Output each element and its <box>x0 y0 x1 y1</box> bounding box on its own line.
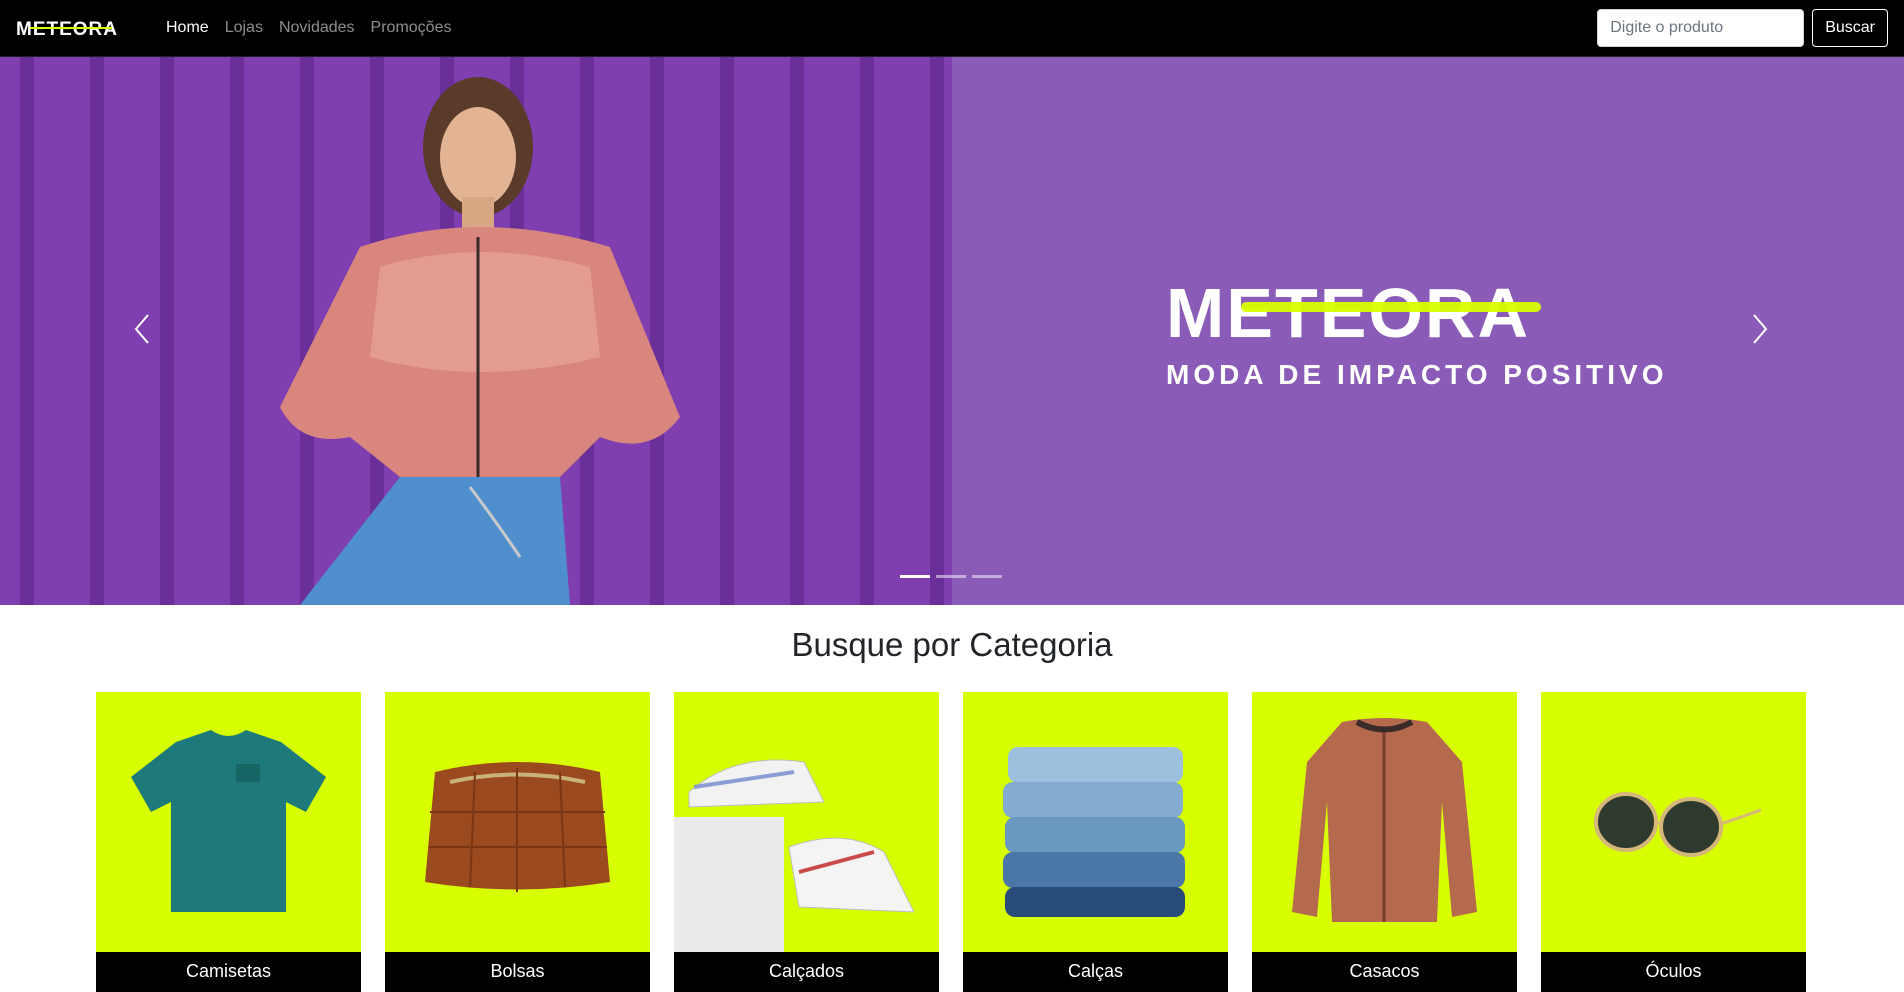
jacket-icon <box>1292 718 1477 922</box>
carousel-prev-button[interactable] <box>128 309 158 349</box>
category-card-bolsas[interactable]: Bolsas <box>385 692 650 992</box>
tshirt-icon <box>131 730 326 912</box>
category-card-casacos[interactable]: Casacos <box>1252 692 1517 992</box>
hero-logo: METEORA <box>1166 277 1541 347</box>
carousel-indicators <box>900 575 1002 578</box>
search-button[interactable]: Buscar <box>1812 9 1888 47</box>
carousel-next-button[interactable] <box>1744 309 1774 349</box>
jeans-icon <box>1003 747 1185 917</box>
hero-carousel: METEORA MODA DE IMPACTO POSITIVO <box>0 57 1904 605</box>
sneakers-icon <box>674 759 915 952</box>
category-card-camisetas[interactable]: Camisetas <box>96 692 361 992</box>
category-label: Calças <box>963 952 1228 992</box>
category-card-calcas[interactable]: Calças <box>963 692 1228 992</box>
category-card-calcados[interactable]: Calçados <box>674 692 939 992</box>
meteora-logo[interactable]: METEORA <box>16 16 142 40</box>
chevron-left-icon <box>134 314 149 344</box>
category-label: Bolsas <box>385 952 650 992</box>
search-input[interactable] <box>1597 9 1805 47</box>
category-label: Casacos <box>1252 952 1517 992</box>
carousel-indicator-2[interactable] <box>936 575 966 578</box>
category-label: Camisetas <box>96 952 361 992</box>
nav-link-lojas[interactable]: Lojas <box>225 19 263 37</box>
carousel-indicator-3[interactable] <box>972 575 1002 578</box>
category-label: Óculos <box>1541 952 1806 992</box>
search-form: Buscar <box>1597 9 1888 47</box>
svg-text:METEORA: METEORA <box>16 19 118 40</box>
category-label: Calçados <box>674 952 939 992</box>
categories-title: Busque por Categoria <box>791 626 1113 663</box>
hero-tagline: MODA DE IMPACTO POSITIVO <box>1166 359 1668 390</box>
nav-links: Home Lojas Novidades Promoções <box>166 19 451 37</box>
sunglasses-icon <box>1594 792 1762 857</box>
bag-icon <box>425 762 610 892</box>
nav-link-home[interactable]: Home <box>166 19 209 37</box>
nav-link-novidades[interactable]: Novidades <box>279 19 355 37</box>
hero-brand: METEORA MODA DE IMPACTO POSITIVO <box>1166 277 1686 391</box>
category-card-oculos[interactable]: Óculos <box>1541 692 1806 992</box>
chevron-right-icon <box>1753 314 1768 344</box>
top-navbar: METEORA Home Lojas Novidades Promoções B… <box>0 0 1904 57</box>
category-grid: Camisetas Bolsas Calçados Calças Casacos… <box>96 692 1808 992</box>
nav-link-promocoes[interactable]: Promoções <box>371 19 452 37</box>
carousel-indicator-1[interactable] <box>900 575 930 578</box>
